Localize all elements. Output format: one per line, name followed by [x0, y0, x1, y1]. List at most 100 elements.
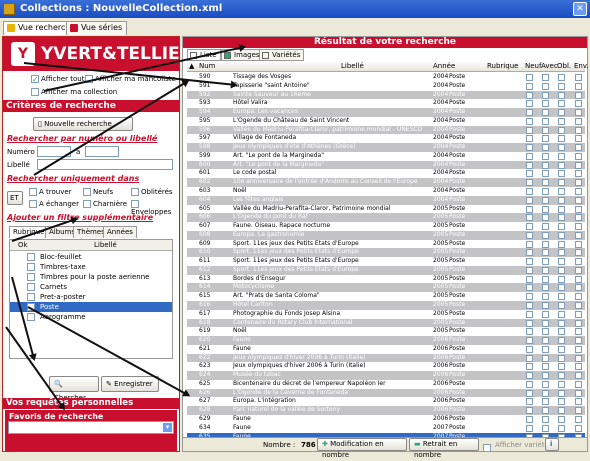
col-num[interactable]: Num	[199, 61, 216, 72]
obl-checkbox[interactable]	[558, 416, 565, 424]
rubric-row[interactable]: Carnets	[10, 282, 172, 292]
avec-checkbox[interactable]	[542, 345, 549, 353]
neuf-checkbox[interactable]	[526, 126, 533, 134]
env-checkbox[interactable]	[575, 82, 582, 90]
rubric-checkbox[interactable]	[27, 273, 35, 281]
avec-checkbox[interactable]	[542, 161, 549, 169]
table-row[interactable]: 602 10e anniversaire de l'entrée d'Andorr…	[187, 178, 585, 187]
obl-checkbox[interactable]	[558, 380, 565, 388]
neuf-checkbox[interactable]	[526, 319, 533, 327]
neuf-checkbox[interactable]	[526, 310, 533, 318]
table-row[interactable]: 626 L'Ogende de la Caverne de Fontaneda 20…	[187, 388, 585, 398]
favorites-dropdown[interactable]: ▾	[8, 421, 174, 434]
obl-checkbox[interactable]	[558, 328, 565, 336]
avec-checkbox[interactable]	[542, 109, 549, 117]
avec-checkbox[interactable]	[542, 284, 549, 292]
table-row[interactable]: 596 Vallée du Madriu-Perafita-Claror, pat…	[187, 125, 585, 135]
avec-checkbox[interactable]	[542, 214, 549, 222]
filter-a-trouver[interactable]: A trouver	[29, 188, 72, 196]
obl-checkbox[interactable]	[558, 74, 565, 81]
env-checkbox[interactable]	[575, 100, 582, 108]
env-checkbox[interactable]	[575, 170, 582, 178]
avec-checkbox[interactable]	[542, 91, 549, 99]
avec-checkbox[interactable]	[542, 196, 549, 204]
env-checkbox[interactable]	[575, 205, 582, 213]
obl-checkbox[interactable]	[558, 354, 565, 362]
rubric-checkbox[interactable]	[27, 263, 35, 271]
neuf-checkbox[interactable]	[526, 152, 533, 160]
obl-checkbox[interactable]	[558, 389, 565, 397]
show-all-checkbox[interactable]	[31, 75, 39, 83]
avec-checkbox[interactable]	[542, 302, 549, 310]
table-row[interactable]: 610 Sport. 11es jeux des Petits Etats d'E…	[187, 248, 585, 258]
obl-checkbox[interactable]	[558, 223, 565, 231]
env-checkbox[interactable]	[575, 337, 582, 345]
obl-checkbox[interactable]	[558, 284, 565, 292]
neuf-checkbox[interactable]	[526, 424, 533, 432]
avec-checkbox[interactable]	[542, 179, 549, 187]
neuf-checkbox[interactable]	[526, 74, 533, 81]
avec-checkbox[interactable]	[542, 249, 549, 257]
env-checkbox[interactable]	[575, 424, 582, 432]
obl-checkbox[interactable]	[558, 205, 565, 213]
env-checkbox[interactable]	[575, 135, 582, 143]
save-button[interactable]: ✎ Enregistrer	[101, 376, 159, 392]
col-neuf[interactable]: Neuf	[525, 61, 541, 72]
env-checkbox[interactable]	[575, 188, 582, 195]
env-checkbox[interactable]	[575, 345, 582, 353]
obl-checkbox[interactable]	[558, 152, 565, 160]
obl-checkbox[interactable]	[558, 170, 565, 178]
env-checkbox[interactable]	[575, 240, 582, 248]
neuf-checkbox[interactable]	[526, 337, 533, 345]
rubric-row[interactable]: Pret-a-poster	[10, 292, 172, 302]
avec-checkbox[interactable]	[542, 407, 549, 415]
obl-checkbox[interactable]	[558, 144, 565, 152]
table-row[interactable]: 593 Hôtel Valira 2004 Poste	[187, 99, 585, 108]
obl-checkbox[interactable]	[558, 275, 565, 283]
neuf-checkbox[interactable]	[526, 82, 533, 90]
neuf-checkbox[interactable]	[526, 249, 533, 257]
obl-checkbox[interactable]	[558, 135, 565, 143]
rubric-row[interactable]: Aerogramme	[10, 312, 172, 322]
table-row[interactable]: 609 Sport. 11es jeux des Petits Etats d'E…	[187, 240, 585, 249]
col-annee[interactable]: Année	[433, 61, 455, 72]
env-checkbox[interactable]	[575, 319, 582, 327]
obl-checkbox[interactable]	[558, 293, 565, 301]
avec-checkbox[interactable]	[542, 354, 549, 362]
tab-vue-series[interactable]: Vue séries	[66, 21, 128, 35]
env-checkbox[interactable]	[575, 389, 582, 397]
avec-checkbox[interactable]	[542, 117, 549, 125]
obl-checkbox[interactable]	[558, 179, 565, 187]
table-row[interactable]: 616 Hôtel Carlton 2005 Poste	[187, 301, 585, 310]
table-row[interactable]: 592 Sainte Sauveur au 16ème 2004 Poste	[187, 90, 585, 100]
table-row[interactable]: 604 Les fêtes anglais 2004 Poste	[187, 195, 585, 205]
table-row[interactable]: 601 Le code postal 2004 Poste	[187, 169, 585, 178]
rubric-row[interactable]: Timbres pour la poste aerienne	[10, 272, 172, 282]
env-checkbox[interactable]	[575, 74, 582, 81]
neuf-checkbox[interactable]	[526, 196, 533, 204]
obl-checkbox[interactable]	[558, 214, 565, 222]
remove-quantity-button[interactable]: ▬ Retrait en nombre	[409, 438, 479, 459]
tab-annees[interactable]: Années	[103, 226, 137, 238]
env-checkbox[interactable]	[575, 416, 582, 424]
avec-checkbox[interactable]	[542, 205, 549, 213]
table-row[interactable]: 608 Europa. La gastronomie 2005 Poste	[187, 230, 585, 240]
filter-charniere[interactable]: Charnière	[83, 200, 127, 208]
neuf-checkbox[interactable]	[526, 231, 533, 239]
neuf-checkbox[interactable]	[526, 258, 533, 266]
env-checkbox[interactable]	[575, 328, 582, 336]
col-avec[interactable]: Avec	[541, 61, 558, 72]
rubric-checkbox[interactable]	[27, 293, 35, 301]
neuf-checkbox[interactable]	[526, 117, 533, 125]
sort-up-icon[interactable]: ▲	[189, 61, 194, 72]
table-row[interactable]: 614 Motocyclisme 2005 Poste	[187, 283, 585, 293]
env-checkbox[interactable]	[575, 117, 582, 125]
avec-checkbox[interactable]	[542, 424, 549, 432]
avec-checkbox[interactable]	[542, 223, 549, 231]
obl-checkbox[interactable]	[558, 249, 565, 257]
search-by-number-link[interactable]: Rechercher par numéro ou libellé	[7, 134, 157, 143]
env-checkbox[interactable]	[575, 398, 582, 406]
avec-checkbox[interactable]	[542, 74, 549, 81]
table-row[interactable]: 619 Noël 2005 Poste	[187, 327, 585, 336]
avec-checkbox[interactable]	[542, 240, 549, 248]
